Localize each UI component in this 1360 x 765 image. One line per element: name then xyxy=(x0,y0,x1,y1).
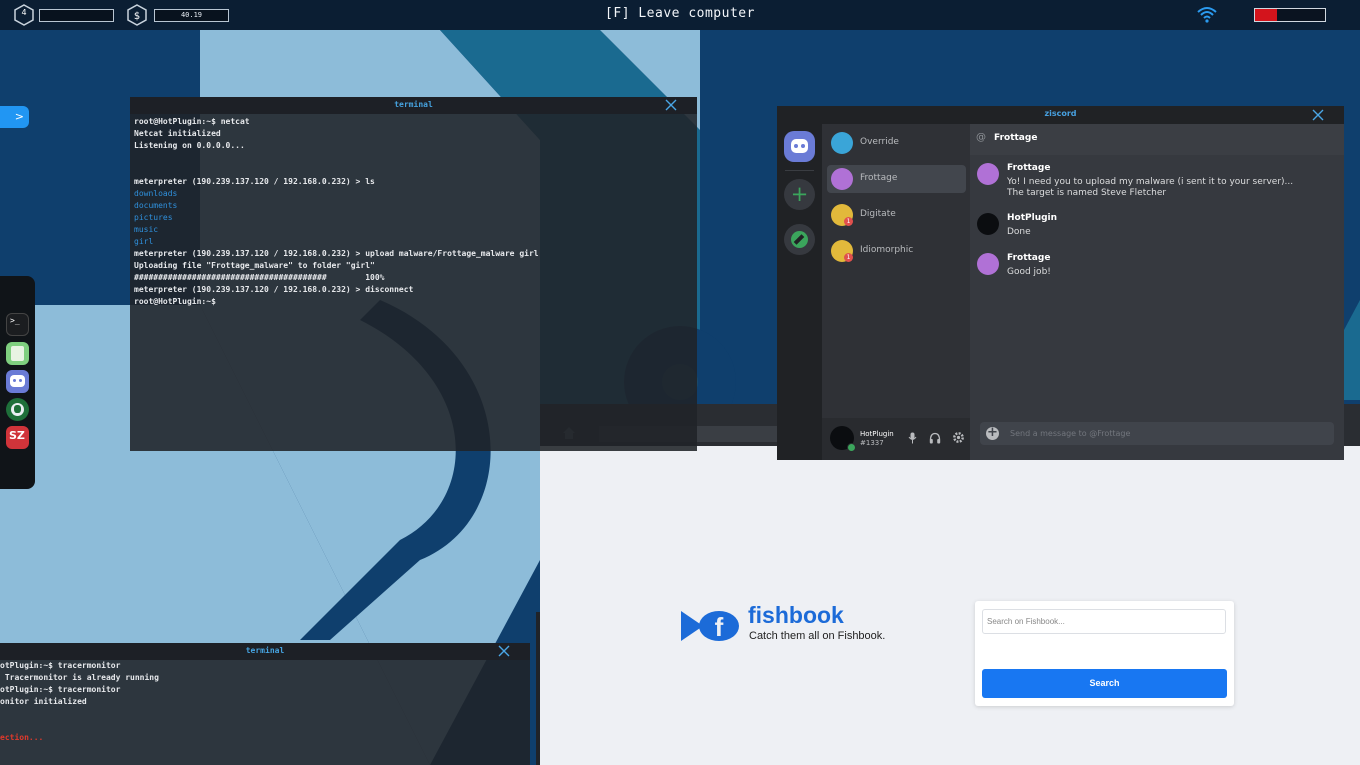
direct-messages-list: Override Frottage 1 Digitate 1 Idiomorph… xyxy=(822,124,970,460)
avatar xyxy=(977,163,999,185)
search-card: Search on Fishbook... Search xyxy=(975,601,1234,706)
terminal-line: onitor initialized xyxy=(0,697,87,706)
notes-icon[interactable] xyxy=(6,342,29,365)
terminal-line: ########################################… xyxy=(134,273,385,282)
terminal-window: terminal root@HotPlugin:~$ netcat Netcat … xyxy=(130,97,697,451)
chat-header: @ Frottage xyxy=(970,124,1344,155)
terminal-line: pictures xyxy=(134,213,173,222)
message-author: Frottage xyxy=(1007,163,1051,173)
avatar xyxy=(977,253,999,275)
message-text: Done xyxy=(1007,227,1031,237)
app-dock: >_ SZ xyxy=(0,276,35,489)
sidebar-expand-tab[interactable]: > xyxy=(0,106,29,128)
terminal-title-bar[interactable]: terminal xyxy=(0,643,530,660)
search-button[interactable]: Search xyxy=(982,669,1227,698)
avatar xyxy=(831,132,853,154)
ziscord-home-icon[interactable] xyxy=(784,131,815,162)
add-server-icon[interactable]: + xyxy=(784,179,815,210)
message-text: Good job! xyxy=(1007,267,1051,277)
terminal-line: otPlugin:~$ tracermonitor xyxy=(0,685,121,694)
message-input[interactable]: + Send a message to @Frottage xyxy=(980,422,1334,445)
close-icon[interactable] xyxy=(665,99,677,111)
terminal-line: root@HotPlugin:~$ xyxy=(134,297,216,306)
microphone-icon[interactable] xyxy=(908,432,917,444)
chat-recipient: Frottage xyxy=(994,133,1038,143)
health-bar-fill xyxy=(1255,9,1278,21)
terminal-line: Uploading file "Frottage_malware" to fol… xyxy=(134,261,375,270)
dm-name: Frottage xyxy=(860,173,898,183)
terminal-title: terminal xyxy=(245,646,285,655)
terminal-line: music xyxy=(134,225,159,234)
gear-icon[interactable] xyxy=(952,431,965,444)
user-panel: HotPlugin #1337 xyxy=(822,418,970,460)
health-bar xyxy=(1254,8,1326,22)
fishbook-fish-logo-icon: f xyxy=(681,611,739,642)
terminal-title: terminal xyxy=(394,100,433,109)
username: HotPlugin xyxy=(860,430,894,438)
close-icon[interactable] xyxy=(498,645,510,657)
server-list: + xyxy=(777,124,822,460)
explore-compass-icon[interactable] xyxy=(784,224,815,255)
dm-name: Override xyxy=(860,137,899,147)
leave-computer-hint: [F] Leave computer xyxy=(605,6,755,21)
dm-item-frottage[interactable]: Frottage xyxy=(827,165,966,193)
ziscord-window: ziscord + Override Frottage 1 Digitate 1… xyxy=(777,106,1344,460)
at-icon: @ xyxy=(976,132,986,143)
terminal-line: downloads xyxy=(134,189,178,198)
terminal-line: Netcat initialized xyxy=(134,129,221,138)
message-input-placeholder: Send a message to @Frottage xyxy=(1010,429,1131,438)
ziscord-title: ziscord xyxy=(1044,109,1077,118)
message-author: HotPlugin xyxy=(1007,213,1058,223)
terminal-window-2: terminal otPlugin:~$ tracermonitor Trace… xyxy=(0,643,530,765)
terminal-line: otPlugin:~$ tracermonitor xyxy=(0,661,121,670)
terminal-line: ection... xyxy=(0,733,44,742)
terminal-line: Listening on 0.0.0.0... xyxy=(134,141,245,150)
add-attachment-icon[interactable]: + xyxy=(986,425,999,440)
dm-name: Digitate xyxy=(860,209,896,219)
user-tag: #1337 xyxy=(860,439,884,447)
dm-item-idiomorphic[interactable]: 1 Idiomorphic xyxy=(827,237,966,265)
dm-item-digitate[interactable]: 1 Digitate xyxy=(827,201,966,229)
unread-badge: 1 xyxy=(844,217,853,226)
fishbook-brand: fishbook xyxy=(748,602,844,628)
dm-name: Idiomorphic xyxy=(860,245,914,255)
terminal-line: root@HotPlugin:~$ netcat xyxy=(134,117,250,126)
avatar xyxy=(831,168,853,190)
wifi-icon xyxy=(1197,7,1217,23)
svg-text:f: f xyxy=(715,612,724,642)
ziscord-icon[interactable] xyxy=(6,370,29,393)
close-icon[interactable] xyxy=(1312,109,1324,121)
terminal-title-bar[interactable]: terminal xyxy=(130,97,697,114)
divider xyxy=(785,170,814,171)
headphones-icon[interactable] xyxy=(929,432,941,444)
unread-badge: 1 xyxy=(844,253,853,262)
sz-app-icon[interactable]: SZ xyxy=(6,426,29,449)
browser-globe-icon[interactable] xyxy=(6,398,29,421)
terminal-line: meterpreter (190.239.137.120 / 192.168.0… xyxy=(134,177,375,186)
search-input[interactable]: Search on Fishbook... xyxy=(982,609,1226,634)
message-author: Frottage xyxy=(1007,253,1051,263)
avatar xyxy=(977,213,999,235)
terminal-line: girl xyxy=(134,237,154,246)
terminal-line: meterpreter (190.239.137.120 / 192.168.0… xyxy=(134,285,414,294)
terminal-line: Tracermonitor is already running xyxy=(0,673,159,682)
fishbook-tagline: Catch them all on Fishbook. xyxy=(749,630,886,642)
game-hud-bar: 4 $ 40.19 [F] Leave computer xyxy=(0,0,1360,30)
terminal-line: documents xyxy=(134,201,178,210)
chat-panel: @ Frottage Frottage Yo! I need you to up… xyxy=(970,124,1344,460)
dm-item-override[interactable]: Override xyxy=(827,129,966,157)
message-text: Yo! I need you to upload my malware (i s… xyxy=(1007,177,1294,198)
terminal-icon[interactable]: >_ xyxy=(6,313,29,336)
window-edge xyxy=(536,612,540,765)
terminal-line: meterpreter (190.239.137.120 / 192.168.0… xyxy=(134,249,539,258)
ziscord-title-bar[interactable]: ziscord xyxy=(777,106,1344,124)
online-status-dot xyxy=(847,443,856,452)
